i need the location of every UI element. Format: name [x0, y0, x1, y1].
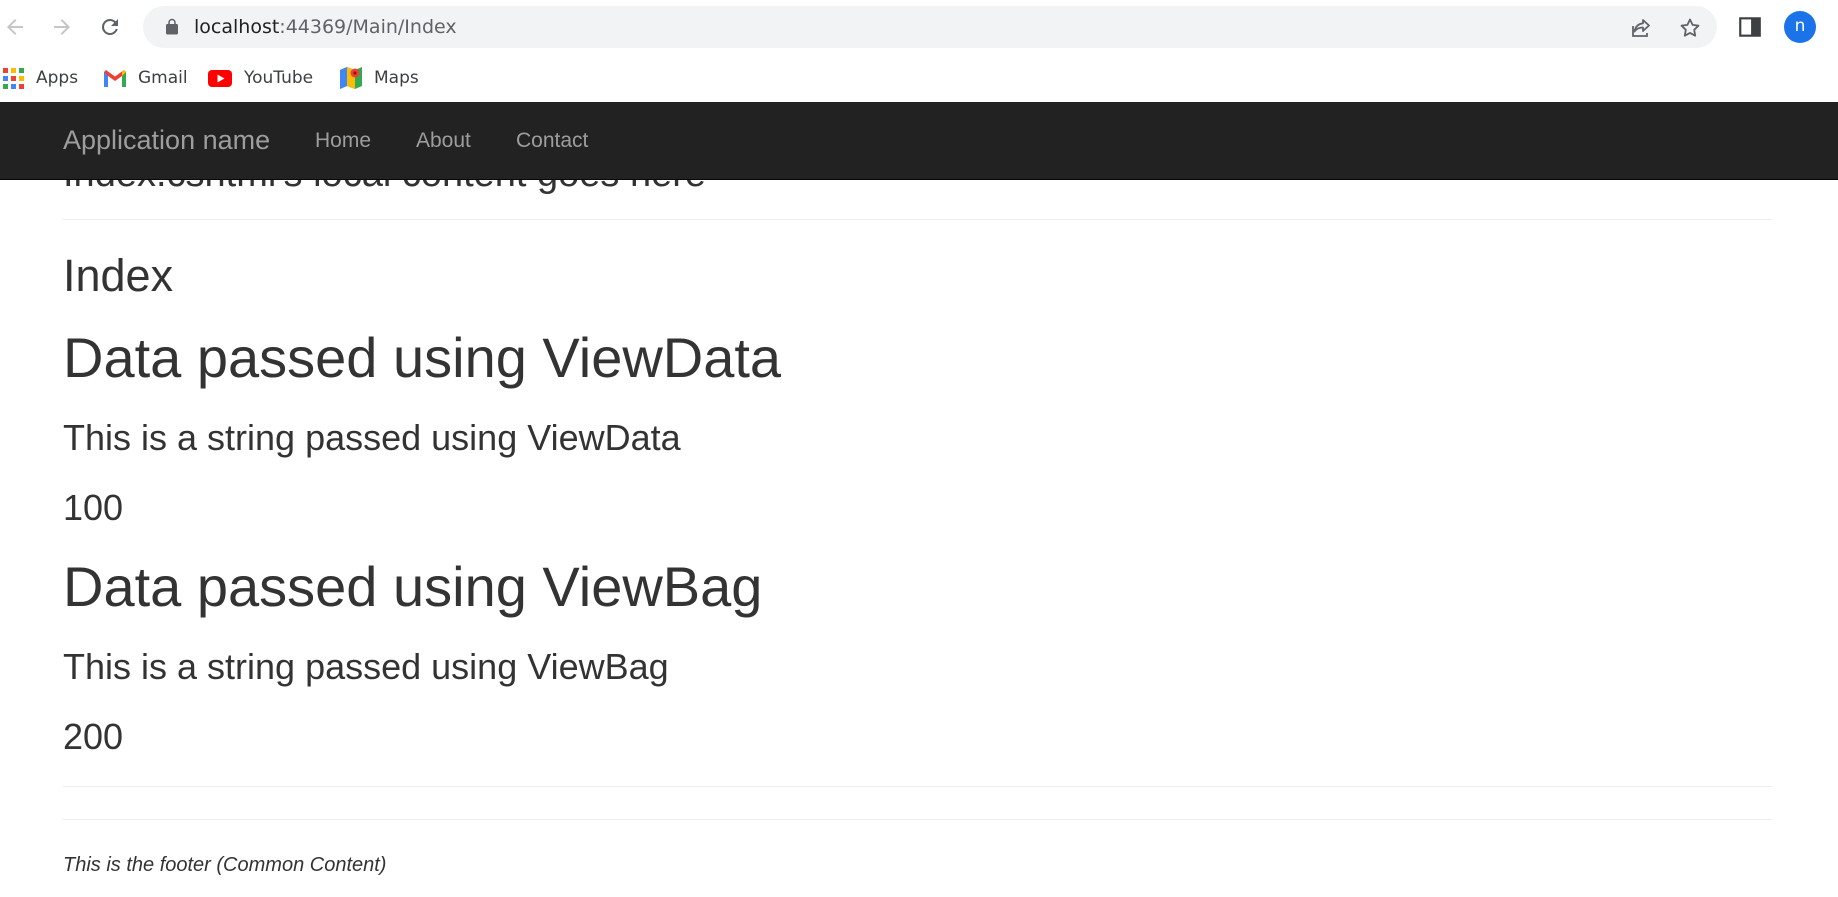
nav-link-contact[interactable]: Contact — [516, 129, 588, 153]
bookmark-apps[interactable]: Apps — [3, 64, 78, 92]
viewbag-string: This is a string passed using ViewBag — [63, 646, 669, 687]
footer-divider — [63, 819, 1772, 820]
share-icon[interactable] — [1629, 16, 1653, 40]
forward-button[interactable] — [47, 12, 77, 42]
arrow-left-icon — [7, 19, 23, 35]
viewdata-string: This is a string passed using ViewData — [63, 417, 681, 458]
divider — [63, 219, 1772, 220]
profile-avatar[interactable]: n — [1784, 11, 1816, 43]
bookmark-label: Gmail — [138, 68, 188, 88]
divider — [63, 786, 1772, 787]
youtube-icon — [208, 69, 232, 87]
reload-icon — [101, 18, 118, 35]
footer-text: This is the footer (Common Content) — [63, 854, 387, 876]
viewdata-number: 100 — [63, 487, 124, 528]
bookmark-label: YouTube — [244, 68, 314, 88]
lock-icon — [166, 18, 178, 35]
side-panel-icon[interactable] — [1737, 14, 1763, 40]
nav-link-about[interactable]: About — [416, 129, 471, 153]
star-icon[interactable] — [1678, 16, 1702, 40]
viewdata-heading: Data passed using ViewData — [63, 326, 782, 389]
viewbag-heading: Data passed using ViewBag — [63, 555, 763, 618]
viewbag-number: 200 — [63, 716, 124, 757]
bookmarks-bar: Apps Gmail YouTube Maps — [0, 54, 1838, 102]
nav-link-home[interactable]: Home — [315, 129, 371, 153]
back-button[interactable] — [0, 12, 30, 42]
url-text[interactable]: localhost:44369/Main/Index — [194, 16, 457, 38]
bookmark-label: Apps — [36, 68, 79, 88]
site-navbar: Application name Home About Contact — [0, 102, 1838, 180]
reload-button[interactable] — [95, 12, 125, 42]
page-viewport: Index.cshtml's local content goes here A… — [0, 102, 1838, 897]
maps-icon — [340, 67, 362, 89]
url-host: localhost — [194, 16, 280, 38]
bookmark-maps[interactable]: Maps — [340, 64, 419, 92]
bookmark-label: Maps — [374, 68, 419, 88]
bookmark-youtube[interactable]: YouTube — [208, 64, 313, 92]
bookmark-gmail[interactable]: Gmail — [104, 64, 188, 92]
apps-grid-icon — [3, 67, 24, 89]
url-path: :44369/Main/Index — [279, 16, 457, 38]
browser-toolbar: localhost:44369/Main/Index n — [0, 0, 1838, 54]
arrow-right-icon — [54, 19, 70, 35]
address-bar[interactable]: localhost:44369/Main/Index — [143, 6, 1717, 48]
navbar-brand[interactable]: Application name — [63, 124, 270, 156]
gmail-icon — [104, 69, 126, 87]
page-title: Index — [63, 250, 174, 301]
